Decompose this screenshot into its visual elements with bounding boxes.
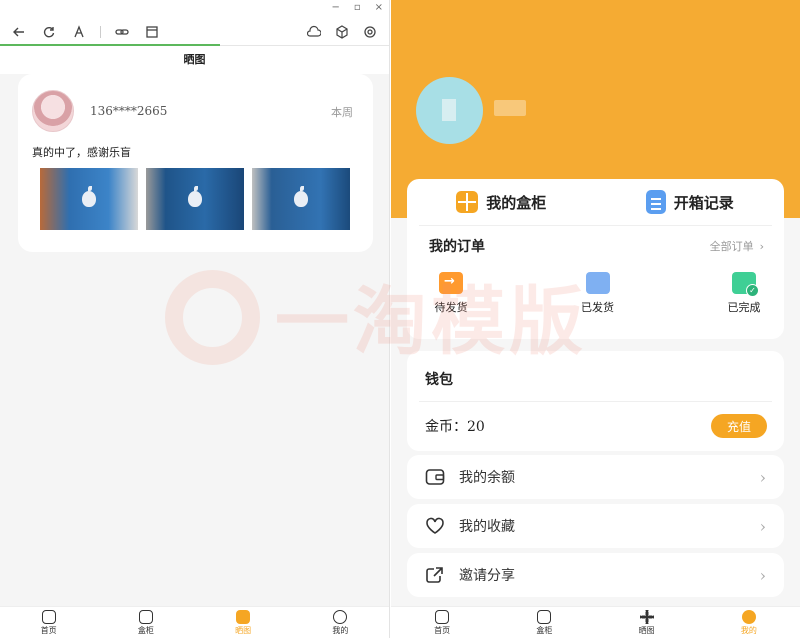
back-arrow-icon[interactable] bbox=[10, 23, 28, 41]
tab-gallery[interactable]: 晒图 bbox=[195, 607, 292, 638]
load-progress-bar bbox=[0, 44, 220, 46]
gallery-icon bbox=[236, 609, 251, 624]
menu-share[interactable]: 邀请分享 › bbox=[407, 553, 784, 597]
gallery-icon bbox=[639, 609, 654, 624]
all-orders-label: 全部订单 bbox=[709, 240, 754, 253]
apple-logo-icon bbox=[294, 186, 308, 207]
menu-favorites[interactable]: 我的收藏 › bbox=[407, 504, 784, 548]
orders-title: 我的订单 bbox=[429, 239, 485, 255]
orders-card: 我的盒柜 开箱记录 我的订单 全部订单 › 待发货 bbox=[407, 179, 784, 339]
coin-balance: 金币：20 bbox=[425, 419, 485, 435]
tab-cabinet[interactable]: 盒柜 bbox=[97, 607, 194, 638]
post-time: 本周 bbox=[331, 106, 353, 119]
toolbar-divider bbox=[100, 26, 101, 38]
avatar[interactable] bbox=[416, 77, 483, 144]
order-completed-button[interactable]: 已完成 bbox=[714, 272, 774, 315]
chevron-right-icon: › bbox=[759, 565, 766, 585]
order-pending-button[interactable]: 待发货 bbox=[421, 272, 481, 315]
cube-icon[interactable] bbox=[333, 23, 351, 41]
tab-home[interactable]: 首页 bbox=[0, 607, 97, 638]
menu-label: 我的收藏 bbox=[459, 519, 515, 535]
bottom-tabbar: 首页 盒柜 晒图 我的 bbox=[391, 606, 800, 638]
left-pane: − ▫ × 晒图 136****2665 本周 真的中了，感谢乐盲 首页 盒柜 … bbox=[0, 0, 390, 638]
pending-shipment-icon bbox=[439, 272, 463, 294]
chevron-right-icon: › bbox=[759, 467, 766, 487]
home-icon bbox=[435, 609, 450, 624]
my-box-button[interactable]: 我的盒柜 bbox=[407, 191, 596, 213]
link-icon[interactable] bbox=[113, 23, 131, 41]
clipboard-icon bbox=[645, 190, 666, 214]
refresh-icon[interactable] bbox=[40, 23, 58, 41]
menu-balance[interactable]: 我的余额 › bbox=[407, 455, 784, 499]
maximize-button[interactable]: ▫ bbox=[354, 2, 361, 13]
order-shipped-button[interactable]: 已发货 bbox=[568, 272, 628, 315]
avatar[interactable] bbox=[32, 90, 74, 132]
home-icon bbox=[41, 609, 56, 624]
tab-cabinet[interactable]: 盒柜 bbox=[493, 607, 595, 638]
tab-label: 我的 bbox=[740, 625, 757, 635]
completed-check-icon bbox=[732, 272, 759, 297]
minimize-button[interactable]: − bbox=[331, 2, 339, 13]
post-photos bbox=[40, 168, 350, 230]
tab-profile[interactable]: 我的 bbox=[292, 607, 389, 638]
profile-icon bbox=[741, 609, 756, 624]
heart-icon bbox=[425, 517, 445, 535]
right-pane: 我的盒柜 开箱记录 我的订单 全部订单› 待发货 bbox=[391, 0, 800, 638]
tab-label: 我的 bbox=[332, 625, 349, 635]
tab-label: 首页 bbox=[40, 625, 57, 635]
order-completed-label: 已完成 bbox=[727, 301, 761, 314]
post-card[interactable]: 136****2665 本周 真的中了，感谢乐盲 bbox=[18, 74, 373, 252]
settings-icon[interactable] bbox=[361, 23, 379, 41]
order-pending-label: 待发货 bbox=[434, 301, 468, 314]
close-button[interactable]: × bbox=[375, 2, 383, 13]
tab-label: 盒柜 bbox=[536, 625, 553, 635]
all-orders-link[interactable]: 全部订单 › bbox=[710, 238, 764, 254]
wallet-title: 钱包 bbox=[425, 372, 453, 388]
profile-icon bbox=[333, 609, 348, 624]
open-record-button[interactable]: 开箱记录 bbox=[596, 190, 785, 214]
cabinet-icon bbox=[138, 609, 153, 624]
truck-icon bbox=[585, 272, 610, 294]
wallet-row: 金币：20 充值 bbox=[407, 402, 784, 450]
tab-label: 晒图 bbox=[235, 625, 252, 635]
menu-label: 邀请分享 bbox=[459, 568, 515, 584]
apple-logo-icon bbox=[82, 186, 96, 207]
share-icon bbox=[425, 566, 445, 584]
tab-home[interactable]: 首页 bbox=[391, 607, 493, 638]
order-shipped-label: 已发货 bbox=[581, 301, 614, 314]
tab-label: 晒图 bbox=[638, 625, 655, 635]
apple-logo-icon bbox=[188, 186, 202, 207]
cabinet-icon bbox=[537, 609, 552, 624]
post-photo[interactable] bbox=[146, 168, 244, 230]
tab-label: 首页 bbox=[434, 625, 451, 635]
bottom-tabbar: 首页 盒柜 晒图 我的 bbox=[0, 606, 389, 638]
wallet-icon bbox=[425, 468, 445, 486]
tab-profile[interactable]: 我的 bbox=[698, 607, 800, 638]
chevron-right-icon: › bbox=[759, 516, 766, 536]
tab-gallery[interactable]: 晒图 bbox=[596, 607, 698, 638]
window-icon[interactable] bbox=[143, 23, 161, 41]
my-box-label: 我的盒柜 bbox=[486, 193, 547, 212]
post-photo[interactable] bbox=[252, 168, 350, 230]
orders-header: 我的订单 全部订单 › bbox=[407, 226, 784, 266]
recharge-button[interactable]: 充值 bbox=[711, 414, 767, 438]
post-photo[interactable] bbox=[40, 168, 138, 230]
window-titlebar: − ▫ × bbox=[0, 0, 389, 18]
page-title: 晒图 bbox=[0, 46, 389, 74]
wallet-card: 钱包 金币：20 充值 bbox=[407, 351, 784, 451]
open-record-label: 开箱记录 bbox=[673, 193, 734, 212]
tab-label: 盒柜 bbox=[137, 625, 154, 635]
profile-name-blurred bbox=[494, 100, 526, 116]
order-status-row: 待发货 已发货 已完成 bbox=[407, 272, 784, 315]
box-grid-icon bbox=[456, 191, 479, 213]
chevron-right-icon: › bbox=[759, 240, 764, 253]
browser-toolbar bbox=[0, 18, 389, 46]
post-text: 真的中了，感谢乐盲 bbox=[32, 146, 131, 159]
menu-label: 我的余额 bbox=[459, 470, 515, 486]
post-username: 136****2665 bbox=[90, 104, 168, 118]
cloud-upload-icon[interactable] bbox=[305, 23, 323, 41]
font-size-icon[interactable] bbox=[70, 23, 88, 41]
quick-links: 我的盒柜 开箱记录 bbox=[407, 179, 784, 225]
